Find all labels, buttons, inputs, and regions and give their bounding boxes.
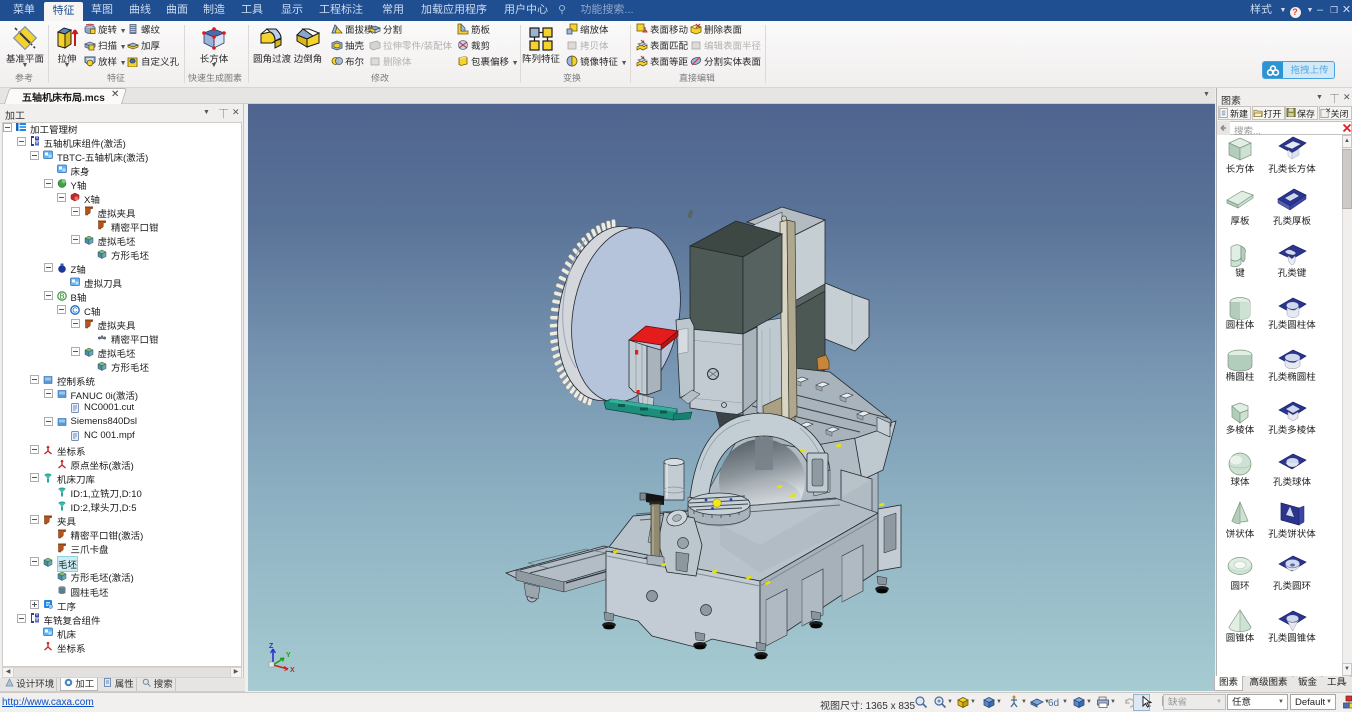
svg-text:B: B — [59, 291, 64, 300]
svg-text:6d: 6d — [1048, 698, 1059, 709]
svg-text:X: X — [290, 667, 295, 674]
svg-text:Z: Z — [269, 643, 274, 650]
svg-text:Y: Y — [286, 652, 291, 659]
svg-text:C: C — [72, 305, 78, 314]
